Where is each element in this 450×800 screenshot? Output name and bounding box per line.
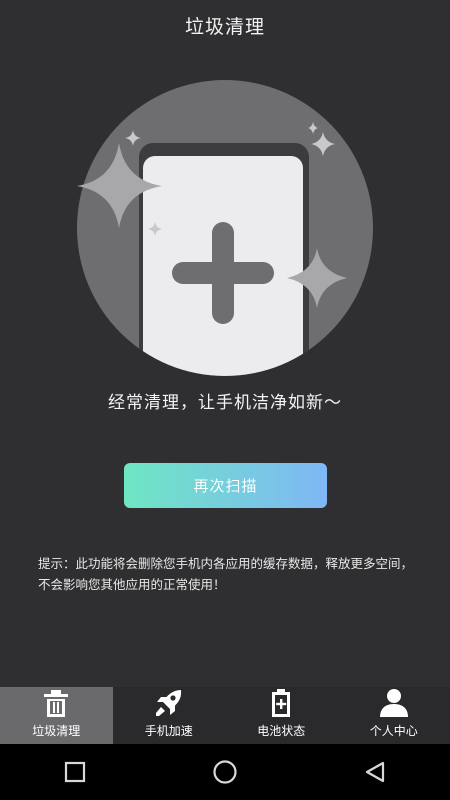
bottom-tab-bar: 垃圾清理 手机加速 电池状态 个人中心 xyxy=(0,687,450,744)
recent-apps-icon xyxy=(64,761,86,783)
cleaning-illustration xyxy=(77,80,373,376)
rescan-button[interactable]: 再次扫描 xyxy=(124,463,327,508)
system-nav-bar xyxy=(0,744,450,800)
back-button[interactable] xyxy=(345,752,405,792)
page-title: 垃圾清理 xyxy=(184,15,265,38)
tab-label: 垃圾清理 xyxy=(32,724,81,738)
back-icon xyxy=(365,761,385,783)
tab-label: 手机加速 xyxy=(144,724,193,738)
tab-personal-center[interactable]: 个人中心 xyxy=(338,687,450,744)
hint-line: 不会影响您其他应用的正常使用！ xyxy=(38,577,226,592)
trash-icon xyxy=(44,690,69,717)
person-icon xyxy=(379,689,408,717)
tab-junk-clean[interactable]: 垃圾清理 xyxy=(0,687,113,744)
home-icon xyxy=(213,760,237,784)
tab-battery-status[interactable]: 电池状态 xyxy=(225,687,338,744)
recent-apps-button[interactable] xyxy=(45,752,105,792)
hint-line: 提示：此功能将会删除您手机内各应用的缓存数据，释放更多空间， xyxy=(38,556,414,571)
tab-label: 电池状态 xyxy=(257,724,306,738)
tagline-text: 经常清理，让手机洁净如新～ xyxy=(108,393,342,413)
home-button[interactable] xyxy=(195,752,255,792)
battery-icon xyxy=(272,689,291,717)
rocket-icon xyxy=(155,690,181,716)
tab-label: 个人中心 xyxy=(369,724,418,738)
hint-text: 提示：此功能将会删除您手机内各应用的缓存数据，释放更多空间， 不会影响您其他应用… xyxy=(38,553,418,595)
tab-phone-boost[interactable]: 手机加速 xyxy=(113,687,226,744)
